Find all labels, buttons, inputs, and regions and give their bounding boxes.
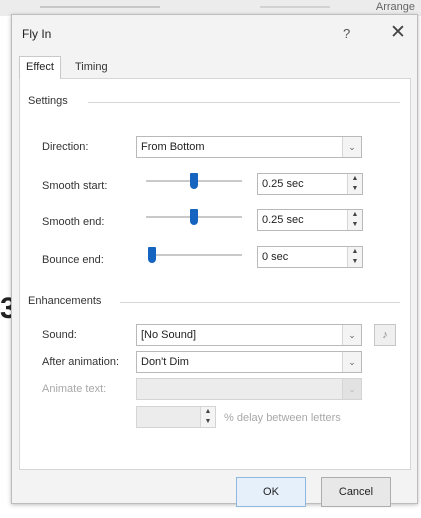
stepper-arrows[interactable]: ▲ ▼	[200, 407, 215, 427]
chevron-down-icon[interactable]: ⌄	[342, 137, 361, 157]
slider-thumb[interactable]	[190, 209, 198, 225]
up-arrow-icon[interactable]: ▲	[348, 247, 362, 257]
background-divider	[40, 6, 160, 8]
enhancements-divider	[120, 302, 400, 303]
smooth-start-label: Smooth start:	[42, 180, 108, 192]
stepper-arrows[interactable]: ▲ ▼	[347, 247, 362, 267]
after-animation-dropdown[interactable]: Don't Dim ⌄	[136, 351, 362, 373]
after-animation-label: After animation:	[42, 356, 120, 368]
speaker-icon: ♪	[382, 329, 388, 341]
down-arrow-icon[interactable]: ▼	[348, 184, 362, 194]
background-arrange-label: Arrange	[375, 1, 415, 13]
close-icon[interactable]: ✕	[390, 21, 406, 44]
chevron-down-icon[interactable]: ⌄	[342, 325, 361, 345]
slider-thumb[interactable]	[148, 247, 156, 263]
slider-track	[148, 254, 242, 256]
enhancements-group-label: Enhancements	[28, 295, 106, 307]
delay-letters-stepper[interactable]: ▲ ▼	[136, 406, 216, 428]
animate-text-label: Animate text:	[42, 383, 107, 395]
animate-text-dropdown[interactable]: ⌄	[136, 378, 362, 400]
tab-timing[interactable]: Timing	[69, 57, 114, 77]
delay-letters-label: % delay between letters	[224, 412, 341, 424]
after-animation-value: Don't Dim	[141, 356, 189, 368]
sound-options-button[interactable]: ♪	[374, 324, 396, 346]
up-arrow-icon[interactable]: ▲	[348, 174, 362, 184]
bounce-end-label: Bounce end:	[42, 254, 104, 266]
stepper-arrows[interactable]: ▲ ▼	[347, 174, 362, 194]
settings-group-label: Settings	[28, 95, 72, 107]
sound-value: [No Sound]	[141, 329, 197, 341]
smooth-start-stepper[interactable]: 0.25 sec ▲ ▼	[257, 173, 363, 195]
direction-value: From Bottom	[141, 141, 205, 153]
smooth-end-value: 0.25 sec	[262, 214, 304, 226]
direction-dropdown[interactable]: From Bottom ⌄	[136, 136, 362, 158]
bounce-end-slider[interactable]	[148, 247, 242, 263]
slider-thumb[interactable]	[190, 173, 198, 189]
down-arrow-icon[interactable]: ▼	[201, 417, 215, 427]
bounce-end-value: 0 sec	[262, 251, 289, 263]
sound-label: Sound:	[42, 329, 77, 341]
smooth-start-slider[interactable]	[146, 173, 242, 189]
smooth-end-label: Smooth end:	[42, 216, 105, 228]
chevron-down-icon[interactable]: ⌄	[342, 379, 361, 399]
up-arrow-icon[interactable]: ▲	[201, 407, 215, 417]
bounce-end-stepper[interactable]: 0 sec ▲ ▼	[257, 246, 363, 268]
smooth-end-slider[interactable]	[146, 209, 242, 225]
stepper-arrows[interactable]: ▲ ▼	[347, 210, 362, 230]
tab-effect[interactable]: Effect	[19, 56, 61, 79]
down-arrow-icon[interactable]: ▼	[348, 220, 362, 230]
chevron-down-icon[interactable]: ⌄	[342, 352, 361, 372]
settings-divider	[88, 102, 400, 103]
smooth-start-value: 0.25 sec	[262, 178, 304, 190]
effect-panel: Settings Direction: From Bottom ⌄ Smooth…	[19, 78, 411, 470]
direction-label: Direction:	[42, 141, 89, 153]
help-button[interactable]: ?	[343, 26, 350, 41]
up-arrow-icon[interactable]: ▲	[348, 210, 362, 220]
background-divider	[260, 6, 330, 8]
fly-in-dialog: Fly In ? ✕ Effect Timing Settings Direct…	[11, 14, 418, 507]
dialog-title: Fly In	[22, 27, 52, 41]
down-arrow-icon[interactable]: ▼	[348, 257, 362, 267]
cancel-button[interactable]: Cancel	[321, 477, 391, 507]
ok-button[interactable]: OK	[236, 477, 306, 507]
smooth-end-stepper[interactable]: 0.25 sec ▲ ▼	[257, 209, 363, 231]
sound-dropdown[interactable]: [No Sound] ⌄	[136, 324, 362, 346]
